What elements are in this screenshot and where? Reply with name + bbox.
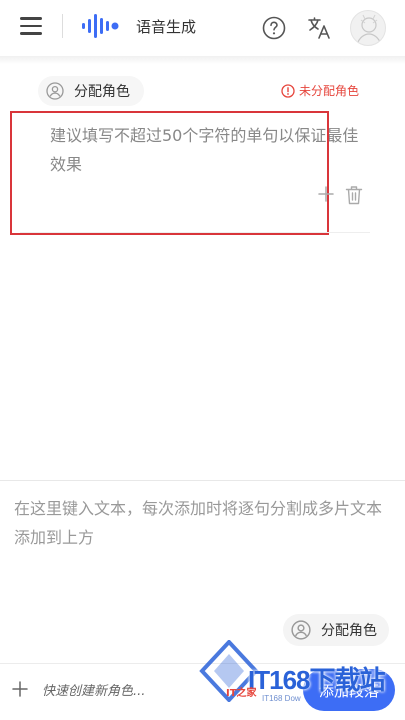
watermark-logo-icon	[199, 640, 259, 702]
assign-role-chip[interactable]: 分配角色	[38, 76, 144, 106]
watermark-sub: IT168 Dow	[262, 694, 301, 703]
bottom-divider	[0, 663, 405, 664]
person-icon	[46, 82, 64, 100]
translate-icon[interactable]	[306, 15, 332, 41]
quick-create-role-button[interactable]: 快速创建新角色...	[42, 680, 145, 699]
header-shadow	[0, 56, 405, 64]
highlight-box	[10, 111, 329, 235]
help-icon[interactable]	[262, 16, 286, 40]
avatar[interactable]	[350, 10, 386, 46]
assign-role-label: 分配角色	[321, 623, 377, 639]
page-title: 语音生成	[136, 18, 197, 36]
header-divider	[62, 14, 63, 38]
add-sentence-icon[interactable]	[318, 186, 334, 202]
watermark-red-text: IT之家	[226, 688, 257, 699]
person-icon	[291, 620, 311, 640]
input-divider	[0, 480, 405, 481]
trash-icon[interactable]	[345, 185, 363, 205]
role-chip-label: 分配角色	[74, 84, 130, 100]
avatar-illustration-icon	[356, 14, 382, 45]
add-paragraph-button[interactable]: 添加段落	[303, 669, 395, 711]
app-header: 语音生成	[0, 0, 405, 56]
assign-role-button[interactable]: 分配角色	[283, 614, 389, 646]
text-input[interactable]: 在这里键入文本，每次添加时将逐句分割成多片文本添加到上方	[14, 494, 390, 552]
voice-logo-icon	[82, 14, 119, 38]
plus-icon[interactable]	[12, 681, 28, 697]
card-divider	[20, 232, 370, 233]
menu-icon[interactable]	[20, 17, 42, 35]
unassigned-label: 未分配角色	[299, 84, 360, 98]
unassigned-role-status: 未分配角色	[281, 82, 359, 99]
warning-icon	[281, 83, 295, 98]
